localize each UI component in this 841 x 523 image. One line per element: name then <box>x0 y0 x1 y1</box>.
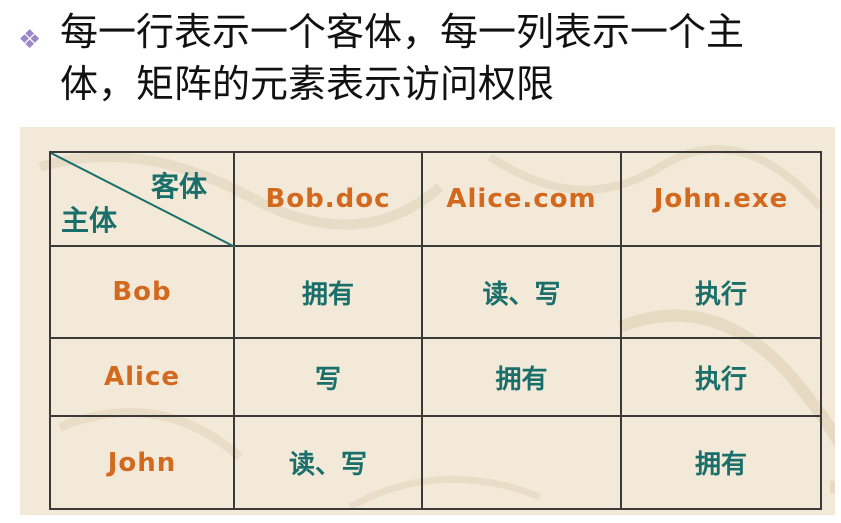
column-header: John.exe <box>620 151 822 247</box>
diamond-bullet-icon: ❖ <box>18 25 42 55</box>
row-header: John <box>49 415 235 510</box>
matrix-cell: 拥有 <box>421 337 622 417</box>
heading-line-1: 每一行表示一个客体，每一列表示一个主 <box>60 10 745 54</box>
matrix-corner-cell: 客体 主体 <box>49 151 235 247</box>
matrix-cell: 执行 <box>620 337 822 417</box>
matrix-row: John 读、写 拥有 <box>49 415 822 510</box>
matrix-cell: 读、写 <box>421 245 622 339</box>
slide-heading: ❖ 每一行表示一个客体，每一列表示一个主 体，矩阵的元素表示访问权限 <box>18 6 828 110</box>
row-header: Bob <box>49 245 235 339</box>
matrix-cell <box>421 415 622 510</box>
subject-axis-label: 主体 <box>61 204 118 237</box>
matrix-row: Bob 拥有 读、写 执行 <box>49 245 822 339</box>
matrix-cell: 写 <box>233 337 423 417</box>
matrix-cell: 读、写 <box>233 415 423 510</box>
access-matrix-table: 客体 主体 Bob.doc Alice.com John.exe Bob 拥有 … <box>49 151 822 510</box>
column-header: Alice.com <box>421 151 622 247</box>
matrix-cell: 执行 <box>620 245 822 339</box>
object-axis-label: 客体 <box>150 170 207 203</box>
matrix-panel: 客体 主体 Bob.doc Alice.com John.exe Bob 拥有 … <box>20 127 835 515</box>
matrix-cell: 拥有 <box>233 245 423 339</box>
row-header: Alice <box>49 337 235 417</box>
column-header: Bob.doc <box>233 151 423 247</box>
matrix-row: Alice 写 拥有 执行 <box>49 337 822 417</box>
matrix-cell: 拥有 <box>620 415 822 510</box>
heading-line-2: 体，矩阵的元素表示访问权限 <box>60 62 555 106</box>
matrix-header-row: 客体 主体 Bob.doc Alice.com John.exe <box>49 151 822 247</box>
